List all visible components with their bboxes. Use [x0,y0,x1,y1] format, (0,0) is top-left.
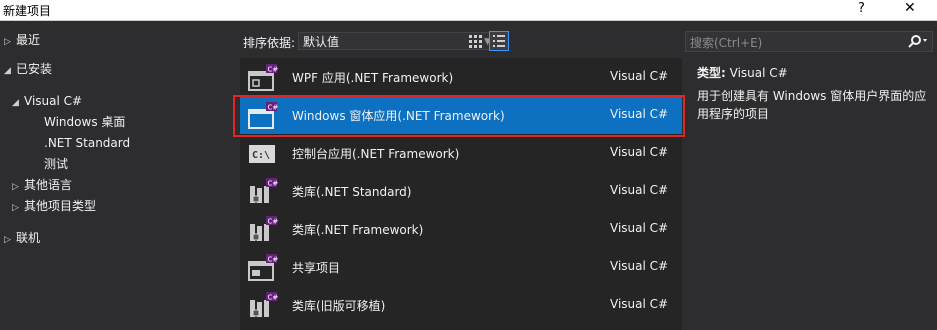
class-library-icon: C# [250,216,279,241]
svg-text:C#: C# [268,218,279,226]
collapse-arrow-icon: ◢ [4,66,11,76]
template-name: 共享项目 [292,261,341,275]
type-value: Visual C# [729,66,788,80]
template-description: 用于创建具有 Windows 窗体用户界面的应用程序的项目 [697,89,927,121]
template-language: Visual C# [610,69,669,83]
sort-toolbar: 排序依据: 默认值 ▼ [240,28,680,54]
template-name: Windows 窗体应用(.NET Framework) [292,109,505,123]
tree-item-installed[interactable]: ◢ 已安装 [4,59,52,79]
svg-text:C#: C# [268,294,279,302]
svg-text:C#: C# [268,256,279,264]
sort-label: 排序依据: [243,36,296,50]
tree-item-label: 其他项目类型 [24,199,97,213]
tree-item-label: 已安装 [16,62,53,76]
template-search-box [685,31,933,53]
tree-item-label: 最近 [16,33,41,47]
template-name: 类库(.NET Framework) [292,223,424,237]
wpf-app-icon: C# [248,64,279,91]
tree-item-label: 测试 [44,157,69,171]
class-library-icon: C# [250,292,279,317]
template-language: Visual C# [610,183,669,197]
tree-item-other-languages[interactable]: ▷ 其他语言 [12,175,72,195]
list-view-button[interactable] [489,31,509,51]
sort-dropdown-value: 默认值 [303,35,340,49]
template-category-tree: ▷ 最近 ◢ 已安装 ◢ Visual C# Windows 桌面 .NET Stan… [0,21,238,330]
tree-item-label: .NET Standard [44,136,131,150]
template-row-portable-class-library[interactable]: C# 类库(旧版可移植) Visual C# [240,286,682,324]
tree-item-other-project-types[interactable]: ▷ 其他项目类型 [12,196,96,216]
expand-arrow-icon: ▷ [12,182,19,192]
template-name: WPF 应用(.NET Framework) [292,71,454,85]
template-type-row: 类型: Visual C# [697,64,933,81]
svg-text:C#: C# [268,180,279,188]
close-button[interactable]: ✕ [904,0,916,16]
template-row-windows-forms[interactable]: C# Windows 窗体应用(.NET Framework) Visual C… [240,96,682,134]
svg-text:C#: C# [268,66,279,74]
template-detail-panel: 类型: Visual C# 用于创建具有 Windows 窗体用户界面的应用程序… [697,64,933,123]
shared-project-icon: C# [248,254,279,281]
tree-item-label: 其他语言 [24,178,73,192]
type-label: 类型: [697,66,726,80]
template-row-wpf[interactable]: C# WPF 应用(.NET Framework) Visual C# [240,58,682,96]
tree-item-label: Visual C# [24,94,83,108]
tree-item-visual-csharp[interactable]: ◢ Visual C# [12,91,82,111]
collapse-arrow-icon: ◢ [12,98,19,108]
template-language: Visual C# [610,259,669,273]
svg-text:C:\: C:\ [252,150,270,161]
template-name: 类库(.NET Standard) [292,185,412,199]
search-button[interactable] [906,33,932,50]
template-row-class-library-standard[interactable]: C# 类库(.NET Standard) Visual C# [240,172,682,210]
window-title: 新建项目 [3,4,52,18]
console-app-icon: C:\ [249,145,275,163]
tree-item-online[interactable]: ▷ 联机 [4,228,40,248]
grid-view-button[interactable] [465,31,485,51]
template-language: Visual C# [610,297,669,311]
template-list: C# WPF 应用(.NET Framework) Visual C# C# W… [240,58,682,330]
template-row-console[interactable]: C:\ 控制台应用(.NET Framework) Visual C# [240,134,682,172]
template-name: 控制台应用(.NET Framework) [292,147,460,161]
template-language: Visual C# [610,145,669,159]
template-row-class-library-framework[interactable]: C# 类库(.NET Framework) Visual C# [240,210,682,248]
template-language: Visual C# [610,221,669,235]
class-library-icon: C# [250,178,279,203]
expand-arrow-icon: ▷ [4,37,11,47]
tree-item-recent[interactable]: ▷ 最近 [4,30,40,50]
template-name: 类库(旧版可移植) [292,299,386,313]
help-button[interactable]: ? [858,1,865,16]
search-input[interactable] [686,32,910,53]
svg-text:C#: C# [268,104,279,112]
template-language: Visual C# [610,107,669,121]
grid-view-icon [469,35,482,48]
tree-item-label: Windows 桌面 [44,115,126,129]
tree-item-windows-desktop[interactable]: Windows 桌面 [44,112,125,132]
title-bar: 新建项目 ? ✕ [0,0,937,21]
tree-item-label: 联机 [16,231,41,245]
tree-item-net-standard[interactable]: .NET Standard [44,133,130,153]
search-icon [908,35,927,48]
template-row-shared-project[interactable]: C# 共享项目 Visual C# [240,248,682,286]
tree-item-test[interactable]: 测试 [44,154,68,174]
expand-arrow-icon: ▷ [12,203,19,213]
expand-arrow-icon: ▷ [4,235,11,245]
list-view-icon [493,35,505,47]
windows-forms-app-icon: C# [248,102,279,129]
